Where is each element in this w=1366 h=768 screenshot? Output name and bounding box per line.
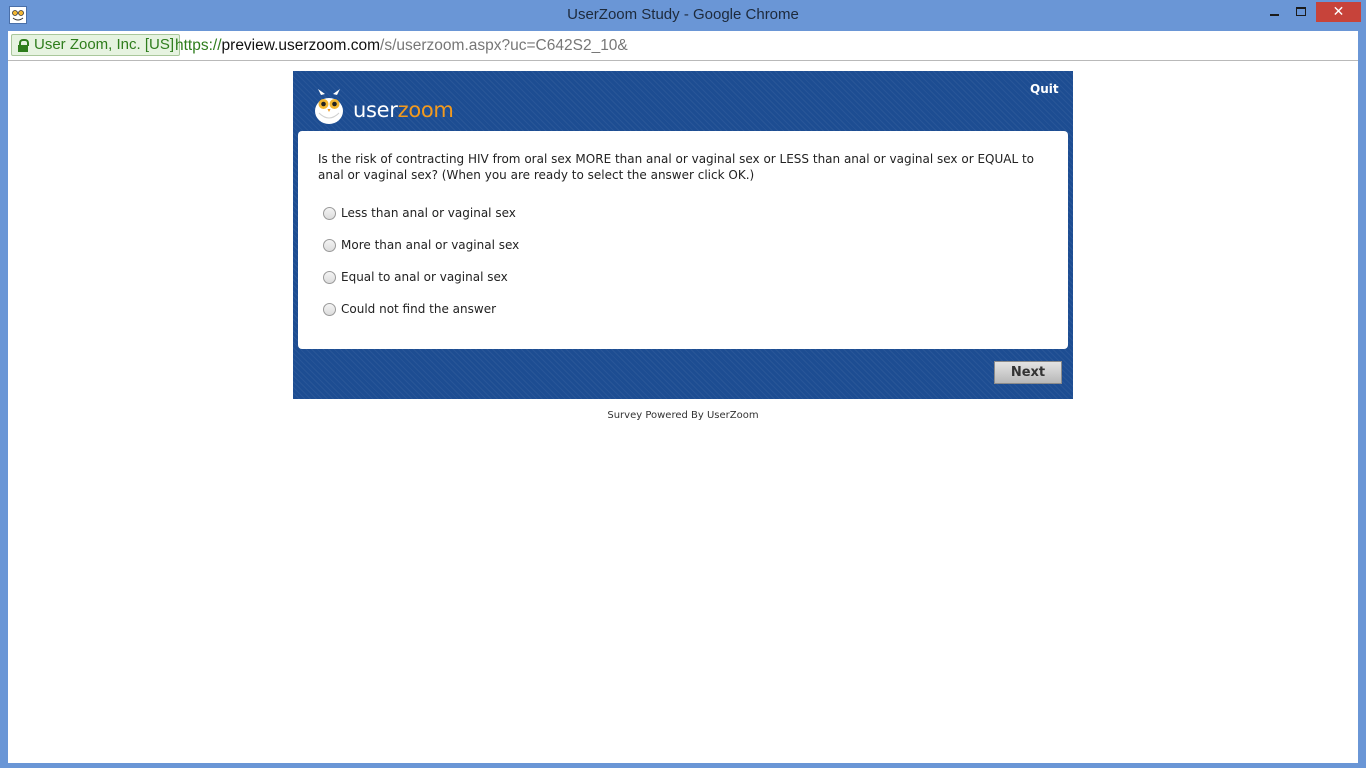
userzoom-logo: userzoom xyxy=(353,98,454,122)
browser-window: UserZoom Study - Google Chrome ✕ User Zo… xyxy=(0,0,1366,768)
option-label[interactable]: Less than anal or vaginal sex xyxy=(341,205,516,221)
url-text[interactable]: https://preview.userzoom.com/s/userzoom.… xyxy=(175,36,628,56)
radio-button[interactable] xyxy=(323,271,336,284)
window-title: UserZoom Study - Google Chrome xyxy=(567,6,799,23)
page-viewport: userzoom Quit Is the risk of contracting… xyxy=(8,61,1358,763)
radio-button[interactable] xyxy=(323,303,336,316)
next-button[interactable]: Next xyxy=(994,361,1062,384)
survey-panel: userzoom Quit Is the risk of contracting… xyxy=(293,71,1073,399)
certificate-label: User Zoom, Inc. [US] xyxy=(34,36,175,53)
owl-logo-icon xyxy=(313,89,345,125)
option-label[interactable]: Could not find the answer xyxy=(341,301,496,317)
question-text: Is the risk of contracting HIV from oral… xyxy=(318,152,1035,182)
radio-button[interactable] xyxy=(323,239,336,252)
title-bar[interactable]: UserZoom Study - Google Chrome ✕ xyxy=(0,0,1366,31)
radio-button[interactable] xyxy=(323,207,336,220)
option-label[interactable]: More than anal or vaginal sex xyxy=(341,237,519,253)
certificate-badge[interactable]: User Zoom, Inc. [US] xyxy=(11,34,181,56)
url-host: preview.userzoom.com xyxy=(221,37,381,54)
url-scheme: https:// xyxy=(175,37,222,54)
address-bar[interactable]: User Zoom, Inc. [US] https://preview.use… xyxy=(8,31,1358,61)
close-button[interactable]: ✕ xyxy=(1316,2,1361,22)
question-card: Is the risk of contracting HIV from oral… xyxy=(298,131,1068,349)
option-label[interactable]: Equal to anal or vaginal sex xyxy=(341,269,508,285)
maximize-button[interactable] xyxy=(1291,3,1311,23)
powered-by-footer: Survey Powered By UserZoom xyxy=(607,410,759,421)
lock-icon xyxy=(18,39,29,52)
quit-link[interactable]: Quit xyxy=(1030,82,1059,96)
window-bottom-edge xyxy=(0,763,1366,768)
close-icon: ✕ xyxy=(1332,4,1345,20)
minimize-button[interactable] xyxy=(1264,3,1284,23)
url-path: /s/userzoom.aspx?uc=C642S2_10& xyxy=(380,37,628,54)
